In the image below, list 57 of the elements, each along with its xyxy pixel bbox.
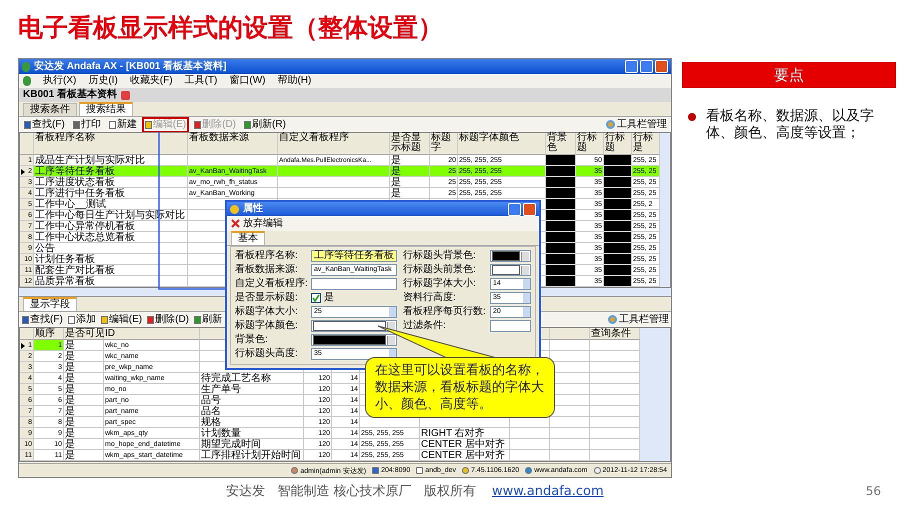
field-label: 行标题头高度: (235, 348, 299, 360)
table-cell: 规格 (200, 417, 304, 428)
table-cell: 是 (64, 340, 104, 351)
table-cell: CENTER 居中对齐 (420, 450, 510, 461)
slide-title: 电子看板显示样式的设置（整体设置） (18, 12, 444, 44)
field-label: 过滤条件: (403, 320, 447, 332)
table-cell: RIGHT 右对齐 (420, 428, 510, 439)
table-cell: 是 (390, 188, 430, 199)
table-cell: 是 (64, 450, 104, 461)
table-cell: 配套生产对比看板 (34, 265, 188, 276)
field-label: 背景色: (235, 334, 269, 346)
table-cell: 品质异常看板 (34, 276, 188, 287)
table-cell: 是 (64, 384, 104, 395)
table-cell: 是 (64, 439, 104, 450)
table-cell: 工作中心异常停机看板 (34, 221, 188, 232)
table-cell: 是 (390, 177, 430, 188)
key-points-header: 要点 (682, 62, 896, 88)
field-label: 看板数据来源: (235, 264, 299, 276)
field-label: 自定义看板程序: (235, 278, 308, 290)
table-cell: 是 (64, 351, 104, 362)
table-cell: 是 (64, 406, 104, 417)
window-title: 安达发 Andafa AX - [KB001 看板基本资料] (34, 60, 226, 72)
table-cell: 品名 (200, 406, 304, 417)
table-cell: 工序进度状态看板 (34, 177, 188, 188)
table-cell: 工序排程计划开始时间 (200, 450, 304, 461)
page-number: 56 (866, 484, 881, 498)
field-label: 行标题字体大小: (403, 278, 477, 290)
table-cell: 工序进行中任务看板 (34, 188, 188, 199)
table-cell: 是 (64, 395, 104, 406)
table-cell: 是 (64, 417, 104, 428)
table-cell: 生产单号 (200, 384, 304, 395)
table-cell: 工作中心状态总览看板 (34, 232, 188, 243)
table-cell: 是 (64, 373, 104, 384)
dialog-title: 属性 (243, 203, 263, 215)
table-cell: 是 (390, 166, 430, 177)
bullet-text: 看板名称、数据源、以及字体、颜色、高度等设置； (706, 108, 875, 142)
field-label: 行标题头前景色: (403, 264, 477, 276)
table-cell: 工作中心__测试 (34, 199, 188, 210)
table-cell: 计划数量 (200, 428, 304, 439)
table-cell: CENTER 居中对齐 (420, 439, 510, 450)
table-cell: 品号 (200, 395, 304, 406)
field-label: 看板程序名称: (235, 250, 299, 262)
checkbox-label: 是 (324, 292, 334, 304)
table-cell: 期望完成时间 (200, 439, 304, 450)
table-cell: 待完成工艺名称 (200, 373, 304, 384)
table-cell: 是 (64, 362, 104, 373)
table-cell: 计划任务看板 (34, 254, 188, 265)
field-label: 标题字体颜色: (235, 320, 299, 332)
footer-text: 安达发 智能制造 核心技术原厂 版权所有 (226, 483, 476, 500)
table-cell: 工序等待任务看板 (34, 166, 188, 177)
table-cell: 公告 (34, 243, 188, 254)
table-cell: 是 (64, 428, 104, 439)
field-label: 标题字体大小: (235, 306, 299, 318)
field-label: 行标题头背景色: (403, 250, 477, 262)
field-label: 是否显示标题: (235, 292, 299, 304)
field-label: 资料行高度: (403, 292, 457, 304)
field-label: 看板程序每页行数: (403, 306, 487, 318)
